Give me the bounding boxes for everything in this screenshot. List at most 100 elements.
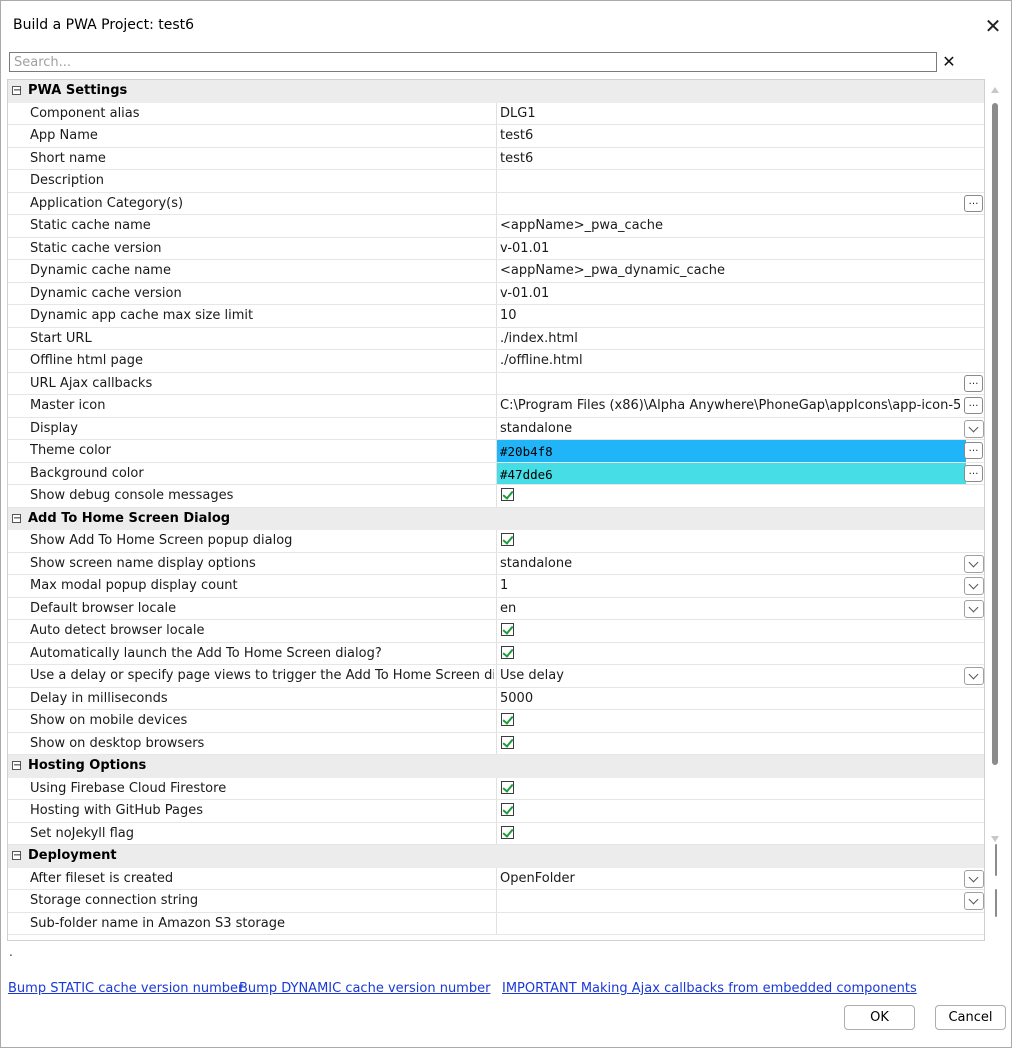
scroll-down-arrow-icon[interactable]	[991, 836, 999, 842]
vertical-scrollbar[interactable]	[988, 81, 1002, 939]
property-value-cell[interactable]: en	[496, 597, 966, 619]
property-row[interactable]: Show on mobile devices	[8, 710, 984, 733]
property-value-cell[interactable]: <appName>_pwa_cache	[496, 215, 966, 237]
collapse-toggle-icon[interactable]: −	[12, 761, 21, 771]
property-row[interactable]: After fileset is created OpenFolder	[8, 867, 984, 890]
property-value-cell[interactable]: 1	[496, 575, 966, 597]
property-value-cell[interactable]: ./offline.html	[496, 350, 966, 372]
section-header[interactable]: − Add To Home Screen Dialog	[8, 507, 984, 530]
property-value-cell[interactable]: v-01.01	[496, 282, 966, 304]
property-value-cell[interactable]: v-01.01	[496, 237, 966, 259]
property-row[interactable]: Short name test6	[8, 147, 984, 170]
collapse-toggle-icon[interactable]: −	[12, 513, 21, 523]
property-row[interactable]: Use a delay or specify page views to tri…	[8, 665, 984, 688]
property-row[interactable]: Master icon C:\Program Files (x86)\Alpha …	[8, 395, 984, 418]
section-header[interactable]: − Deployment	[8, 845, 984, 868]
property-row[interactable]: Dynamic app cache max size limit 10	[8, 305, 984, 328]
property-row[interactable]: Show on desktop browsers	[8, 732, 984, 755]
property-value-cell[interactable]: #20b4f8	[496, 440, 966, 462]
property-value-cell[interactable]: standalone	[496, 552, 966, 574]
property-value-cell[interactable]: C:\Program Files (x86)\Alpha Anywhere\Ph…	[496, 395, 966, 417]
property-value-cell[interactable]: ./index.html	[496, 327, 966, 349]
property-row[interactable]: Dynamic cache name <appName>_pwa_dynamic_…	[8, 260, 984, 283]
chevron-down-icon[interactable]	[964, 577, 984, 595]
property-row[interactable]: Auto detect browser locale	[8, 620, 984, 643]
property-row[interactable]: Automatically launch the Add To Home Scr…	[8, 642, 984, 665]
checkbox[interactable]	[501, 623, 514, 636]
section-header[interactable]: − PWA Settings	[8, 80, 984, 103]
property-row[interactable]: URL Ajax callbacks…	[8, 372, 984, 395]
property-value-cell[interactable]: DLG1	[496, 102, 966, 124]
chevron-down-icon[interactable]	[964, 667, 984, 685]
checkbox[interactable]	[501, 645, 514, 659]
checkbox[interactable]	[501, 780, 514, 794]
ellipsis-button[interactable]: …	[964, 194, 983, 212]
secondary-scrollbar-thumb-lower[interactable]	[995, 889, 997, 917]
property-value-cell[interactable]	[496, 890, 966, 912]
property-row[interactable]: Sub-folder name in Amazon S3 storage	[8, 912, 984, 935]
property-value-cell[interactable]	[496, 822, 966, 844]
property-value-cell[interactable]: 5000	[496, 687, 966, 709]
checkbox[interactable]	[501, 825, 514, 839]
checkbox[interactable]	[501, 735, 514, 749]
checkbox[interactable]	[501, 803, 514, 816]
search-input[interactable]	[9, 52, 937, 72]
section-header[interactable]: − Hosting Options	[8, 755, 984, 778]
property-row[interactable]: Default browser locale en	[8, 597, 984, 620]
property-row[interactable]: Theme color #20b4f8…	[8, 440, 984, 463]
property-row[interactable]: Hosting with GitHub Pages	[8, 800, 984, 823]
property-row[interactable]: Show screen name display options standalo…	[8, 552, 984, 575]
ok-button[interactable]: OK	[844, 1005, 915, 1030]
collapse-toggle-icon[interactable]: −	[12, 851, 21, 861]
property-value-cell[interactable]	[496, 710, 966, 732]
property-row[interactable]: Dynamic cache version v-01.01	[8, 282, 984, 305]
chevron-down-icon[interactable]	[964, 419, 984, 438]
chevron-down-icon[interactable]	[964, 599, 984, 618]
secondary-scrollbar-thumb[interactable]	[995, 844, 997, 876]
property-value-cell[interactable]	[496, 530, 966, 552]
chevron-down-icon[interactable]	[964, 892, 984, 910]
property-row[interactable]: Offline html page ./offline.html	[8, 350, 984, 373]
property-value-cell[interactable]	[496, 170, 966, 192]
ellipsis-button[interactable]: …	[964, 442, 983, 459]
property-row[interactable]: Application Category(s)…	[8, 192, 984, 215]
property-value-cell[interactable]	[496, 732, 966, 754]
property-row[interactable]: Storage connection string	[8, 890, 984, 913]
property-row[interactable]: Set noJekyll flag	[8, 822, 984, 845]
property-row[interactable]: App Name test6	[8, 125, 984, 148]
scroll-up-arrow-icon[interactable]	[991, 87, 999, 93]
property-row[interactable]: Show debug console messages	[8, 485, 984, 508]
checkbox[interactable]	[501, 488, 514, 501]
property-value-cell[interactable]: test6	[496, 147, 966, 169]
property-row[interactable]: Start URL ./index.html	[8, 327, 984, 350]
property-value-cell[interactable]	[496, 642, 966, 664]
scrollbar-thumb[interactable]	[992, 103, 998, 765]
property-row[interactable]: Delay in milliseconds 5000	[8, 687, 984, 710]
ellipsis-button[interactable]: …	[964, 374, 983, 392]
property-row[interactable]: Max modal popup display count 1	[8, 575, 984, 598]
ellipsis-button[interactable]: …	[964, 397, 983, 414]
ajax-callbacks-info-link[interactable]: IMPORTANT Making Ajax callbacks from emb…	[502, 981, 917, 996]
property-value-cell[interactable]: 10	[496, 305, 966, 327]
checkbox[interactable]	[501, 533, 514, 546]
property-value-cell[interactable]: test6	[496, 125, 966, 147]
close-icon[interactable]: ✕	[980, 13, 1006, 39]
cancel-button[interactable]: Cancel	[935, 1005, 1006, 1030]
property-value-cell[interactable]	[496, 485, 966, 507]
property-value-cell[interactable]: #47dde6	[496, 462, 966, 484]
checkbox[interactable]	[501, 713, 514, 726]
property-row[interactable]: Display standalone	[8, 417, 984, 440]
property-value-cell[interactable]	[496, 800, 966, 822]
chevron-down-icon[interactable]	[964, 869, 984, 888]
property-row[interactable]: Description	[8, 170, 984, 193]
clear-search-icon[interactable]: ✕	[940, 53, 958, 71]
property-value-cell[interactable]: Use delay	[496, 665, 966, 687]
property-row[interactable]: Static cache version v-01.01	[8, 237, 984, 260]
property-row[interactable]: Using Firebase Cloud Firestore	[8, 777, 984, 800]
property-row[interactable]: Background color #47dde6…	[8, 462, 984, 485]
property-value-cell[interactable]	[496, 777, 966, 799]
property-value-cell[interactable]	[496, 192, 966, 214]
property-row[interactable]: Component alias DLG1	[8, 102, 984, 125]
collapse-toggle-icon[interactable]: −	[12, 86, 21, 96]
property-value-cell[interactable]	[496, 372, 966, 394]
